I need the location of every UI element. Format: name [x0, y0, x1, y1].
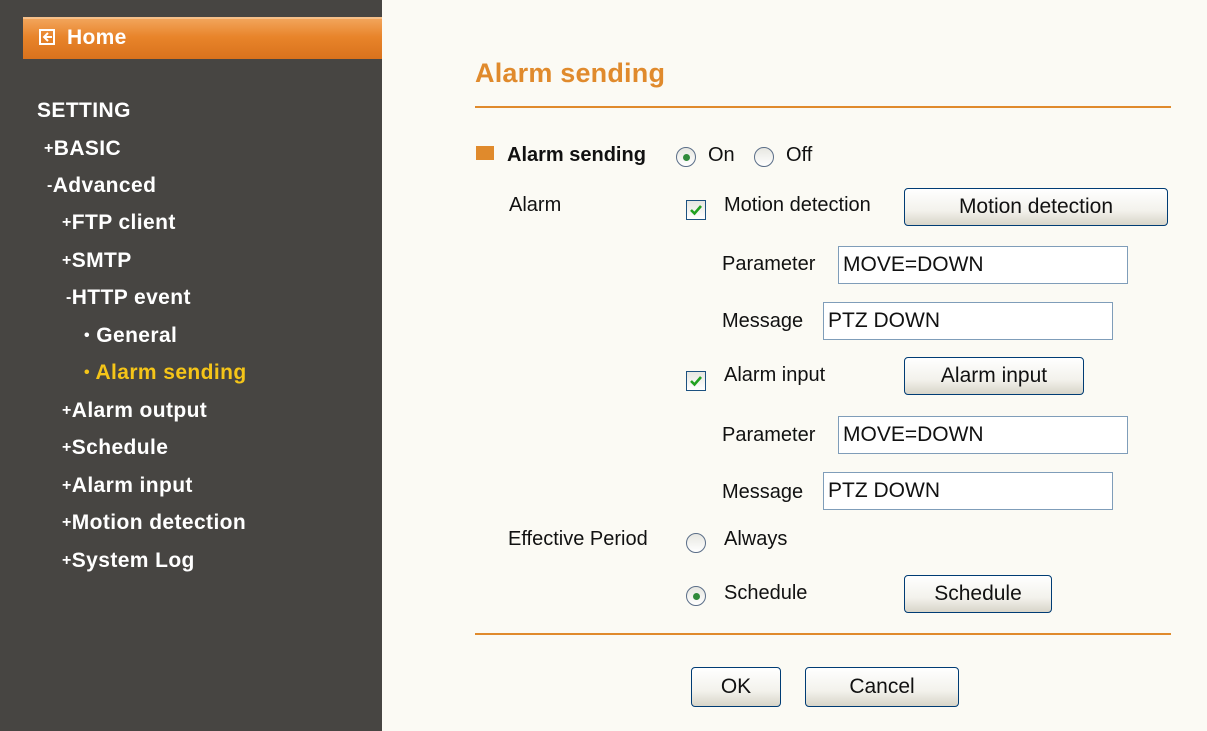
alarm-input-parameter-label: Parameter: [722, 424, 816, 446]
expand-plus-icon: +: [44, 140, 54, 157]
nav-alarm-sending[interactable]: • Alarm sending: [84, 361, 247, 385]
on-label: On: [708, 144, 735, 166]
radio-schedule[interactable]: [686, 586, 706, 606]
ok-button[interactable]: OK: [691, 667, 781, 707]
radio-always[interactable]: [686, 533, 706, 553]
nav-ftp-client[interactable]: +FTP client: [62, 211, 176, 235]
always-label: Always: [724, 528, 788, 550]
home-link[interactable]: Home: [67, 26, 127, 50]
schedule-label: Schedule: [724, 582, 808, 604]
bullet-icon: •: [84, 364, 91, 381]
motion-message-field[interactable]: PTZ DOWN: [823, 302, 1113, 340]
section-square-icon: [476, 146, 494, 160]
alarm-input-message-label: Message: [722, 481, 804, 503]
alarm-input-checkbox-label: Alarm input: [724, 364, 826, 386]
footer-divider: [475, 633, 1171, 635]
motion-message-label: Message: [722, 310, 804, 332]
cancel-button[interactable]: Cancel: [805, 667, 959, 707]
motion-detection-checkbox-label: Motion detection: [724, 194, 871, 216]
effective-period-label: Effective Period: [508, 528, 648, 550]
radio-on[interactable]: [676, 147, 696, 167]
expand-plus-icon: +: [62, 214, 72, 231]
nav-http-event[interactable]: -HTTP event: [66, 286, 191, 310]
alarm-input-checkbox[interactable]: [686, 371, 706, 391]
title-divider: [475, 106, 1171, 108]
radio-off[interactable]: [754, 147, 774, 167]
motion-parameter-label: Parameter: [722, 253, 816, 275]
expand-plus-icon: +: [62, 552, 72, 569]
alarm-input-message-field[interactable]: PTZ DOWN: [823, 472, 1113, 510]
alarm-label: Alarm: [509, 194, 562, 216]
motion-detection-checkbox[interactable]: [686, 200, 706, 220]
motion-detection-button[interactable]: Motion detection: [904, 188, 1168, 226]
nav-schedule[interactable]: +Schedule: [62, 436, 168, 460]
expand-plus-icon: +: [62, 477, 72, 494]
schedule-button[interactable]: Schedule: [904, 575, 1052, 613]
nav-general[interactable]: • General: [84, 324, 177, 348]
nav-setting: SETTING: [37, 99, 131, 122]
alarm-input-parameter-field[interactable]: MOVE=DOWN: [838, 416, 1128, 454]
back-arrow-icon[interactable]: [39, 29, 55, 45]
expand-plus-icon: +: [62, 252, 72, 269]
alarm-input-button[interactable]: Alarm input: [904, 357, 1084, 395]
section-label: Alarm sending: [507, 144, 646, 166]
off-label: Off: [786, 144, 813, 166]
nav-smtp[interactable]: +SMTP: [62, 249, 132, 273]
nav-basic[interactable]: +BASIC: [44, 137, 121, 161]
expand-plus-icon: +: [62, 402, 72, 419]
nav-system-log[interactable]: +System Log: [62, 549, 195, 573]
nav-alarm-input[interactable]: +Alarm input: [62, 474, 193, 498]
motion-parameter-field[interactable]: MOVE=DOWN: [838, 246, 1128, 284]
expand-plus-icon: +: [62, 514, 72, 531]
nav-alarm-output[interactable]: +Alarm output: [62, 399, 207, 423]
page-title: Alarm sending: [475, 58, 666, 88]
sidebar: Home SETTING +BASIC -Advanced +FTP clien…: [0, 0, 382, 731]
expand-plus-icon: +: [62, 439, 72, 456]
nav-motion-detection[interactable]: +Motion detection: [62, 511, 246, 535]
bullet-icon: •: [84, 327, 91, 344]
nav-advanced[interactable]: -Advanced: [47, 174, 156, 198]
